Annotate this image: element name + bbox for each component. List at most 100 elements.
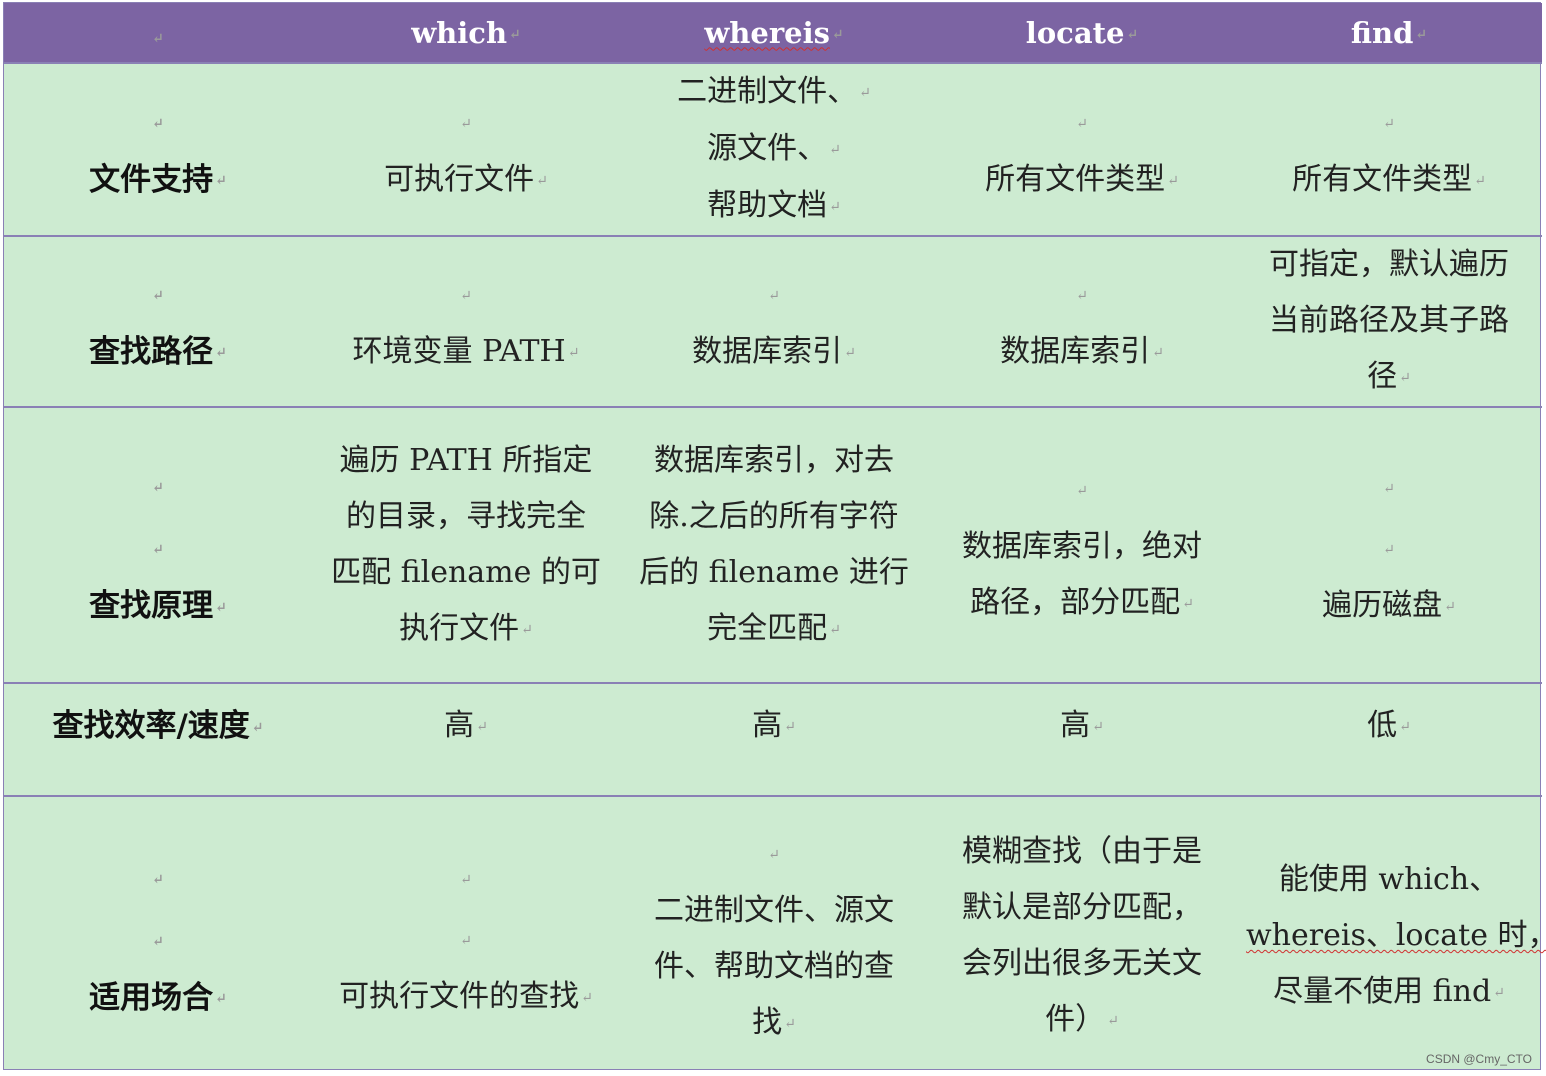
row-label-text: 查找原理 ↵ xyxy=(89,588,227,625)
cell-search-speed-whereis: 高 ↵ xyxy=(620,683,928,796)
row-label-text: 查找路径 ↵ xyxy=(89,333,227,370)
cell-line: ↵ xyxy=(1076,115,1088,132)
cell-line: 高 ↵ xyxy=(752,708,796,743)
cell-search-principle-locate: ↵ 数据库索引，绝对 路径，部分匹配 ↵ xyxy=(928,407,1236,683)
cell-line: 环境变量 PATH ↵ xyxy=(352,333,580,369)
cell-line: 帮助文档 ↵ xyxy=(707,188,841,223)
cell-line: 数据库索引 ↵ xyxy=(1000,333,1164,369)
cell-file-support-which: ↵ 可执行文件 ↵ xyxy=(312,63,620,236)
cell-line: 能使用 which、 xyxy=(1278,862,1500,897)
cell-line: 所有文件类型 ↵ xyxy=(985,161,1179,197)
cell-line: 默认是部分匹配， xyxy=(962,890,1202,925)
cell-line: 可指定，默认遍历 xyxy=(1269,247,1509,282)
cell-line: 当前路径及其子路 xyxy=(1269,303,1509,338)
cell-search-speed-locate: 高 ↵ xyxy=(928,683,1236,796)
header-row: ↵ which ↵ whereis ↵ locate ↵ find ↵ xyxy=(4,3,1542,63)
cell-use-case-which: ↵ ↵ 可执行文件的查找 ↵ xyxy=(312,796,620,1076)
cell-line: ↵ xyxy=(460,287,472,304)
cell-file-support-locate: ↵ 所有文件类型 ↵ xyxy=(928,63,1236,236)
row-label-search-speed: 查找效率/速度 ↵ xyxy=(4,683,312,796)
cell-line: 模糊查找（由于是 xyxy=(962,834,1202,869)
cell-line: 执行文件 ↵ xyxy=(399,610,533,646)
cell-line: 除.之后的所有字符 xyxy=(649,498,899,534)
paragraph-mark: ↵ xyxy=(152,480,164,497)
cell-search-principle-whereis: 数据库索引，对去 除.之后的所有字符 后的 filename 进行 完全匹配 ↵ xyxy=(620,407,928,683)
table: ↵ which ↵ whereis ↵ locate ↵ find ↵ ↵ 文件支持 ↵ ↵ 可… xyxy=(4,3,1546,1076)
cell-file-support-find: ↵ 所有文件类型 ↵ xyxy=(1236,63,1542,236)
cell-line: whereis、locate 时， xyxy=(1246,908,1546,964)
table-row-search-principle: ↵ ↵ 查找原理 ↵ 遍历 PATH 所指定 的目录，寻找完全 匹配 filename 的可… xyxy=(4,407,1542,683)
row-label-text: 查找效率/速度 ↵ xyxy=(52,708,264,744)
cell-search-path-which: ↵ 环境变量 PATH ↵ xyxy=(312,236,620,407)
paragraph-mark: ↵ xyxy=(152,933,164,950)
cell-use-case-find: 能使用 which、 whereis、locate 时， 尽量不使用 find ↵ xyxy=(1236,796,1546,1076)
cell-line: 二进制文件、源文 xyxy=(654,892,894,928)
cell-line: ↵ xyxy=(1383,115,1395,132)
cell-line: ↵ xyxy=(768,846,780,863)
spell-flagged-word: whereis、locate 时， xyxy=(1246,918,1546,953)
cell-search-speed-which: 高 ↵ xyxy=(312,683,620,796)
cell-use-case-whereis: ↵ 二进制文件、源文 件、帮助文档的查找 ↵ xyxy=(620,796,928,1076)
cell-line: 高 ↵ xyxy=(444,708,488,743)
cell-line: 源文件、 ↵ xyxy=(707,131,841,166)
table-row-file-support: ↵ 文件支持 ↵ ↵ 可执行文件 ↵ 二进制文件、 ↵ 源文件、 ↵ 帮助文档 ↵ ↵ 所有文件类型 ↵ ↵ 所… xyxy=(4,63,1542,236)
header-corner: ↵ xyxy=(152,30,164,47)
cell-file-support-whereis: 二进制文件、 ↵ 源文件、 ↵ 帮助文档 ↵ xyxy=(620,63,928,236)
cell-line: 件） ↵ xyxy=(1045,1002,1119,1037)
cell-line: ↵ xyxy=(1383,480,1395,497)
cell-line: ↵ xyxy=(1076,287,1088,304)
cell-line: 可执行文件 ↵ xyxy=(384,161,548,197)
row-label-search-principle: ↵ ↵ 查找原理 ↵ xyxy=(4,407,312,683)
cell-line: ↵ xyxy=(460,115,472,132)
cell-search-speed-find: 低 ↵ xyxy=(1236,683,1542,796)
cell-line: 遍历 PATH 所指定 xyxy=(339,442,593,478)
cell-search-principle-which: 遍历 PATH 所指定 的目录，寻找完全 匹配 filename 的可 执行文件 ↵ xyxy=(312,407,620,683)
cell-line: 数据库索引，对去 xyxy=(654,442,894,478)
cell-line: 的目录，寻找完全 xyxy=(346,498,586,534)
row-label-text: 文件支持 ↵ xyxy=(89,161,227,198)
cell-line: 二进制文件、 ↵ xyxy=(677,74,871,109)
row-label-file-support: ↵ 文件支持 ↵ xyxy=(4,63,312,236)
paragraph-mark: ↵ xyxy=(152,542,164,559)
header-find: find ↵ xyxy=(1350,15,1428,50)
row-label-text: 适用场合 ↵ xyxy=(89,979,227,1016)
cell-line: 所有文件类型 ↵ xyxy=(1292,161,1486,197)
cell-line: ↵ xyxy=(768,287,780,304)
cell-line: 数据库索引 ↵ xyxy=(692,333,856,369)
watermark: CSDN @Cmy_CTO xyxy=(1426,1052,1532,1066)
paragraph-mark: ↵ xyxy=(152,871,164,888)
header-which: which ↵ xyxy=(411,15,521,50)
cell-line: 完全匹配 ↵ xyxy=(707,610,841,646)
row-label-search-path: ↵ 查找路径 ↵ xyxy=(4,236,312,407)
cell-line: 匹配 filename 的可 xyxy=(331,554,601,590)
table-row-search-speed: 查找效率/速度 ↵ 高 ↵ 高 ↵ 高 ↵ 低 ↵ xyxy=(4,683,1542,796)
cell-search-principle-find: ↵ ↵ 遍历磁盘 ↵ xyxy=(1236,407,1542,683)
cell-use-case-locate: 模糊查找（由于是 默认是部分匹配， 会列出很多无关文 件） ↵ xyxy=(928,796,1236,1076)
cell-line: 径 ↵ xyxy=(1367,359,1411,394)
cell-line: 高 ↵ xyxy=(1060,708,1104,743)
paragraph-mark: ↵ xyxy=(152,287,164,304)
cell-line: 尽量不使用 find ↵ xyxy=(1273,974,1505,1009)
cell-line: ↵ xyxy=(1076,483,1088,499)
table-row-search-path: ↵ 查找路径 ↵ ↵ 环境变量 PATH ↵ ↵ 数据库索引 ↵ ↵ 数据库索引 ↵ 可指定，默认遍历当… xyxy=(4,236,1542,407)
cell-line: ↵ xyxy=(460,933,472,949)
cell-line: ↵ xyxy=(1383,541,1395,558)
comparison-table: ↵ which ↵ whereis ↵ locate ↵ find ↵ ↵ 文件支持 ↵ ↵ 可… xyxy=(3,2,1546,1070)
cell-line: 后的 filename 进行 xyxy=(639,554,909,590)
cell-line: 数据库索引，绝对 xyxy=(962,529,1202,564)
cell-line: 遍历磁盘 ↵ xyxy=(1322,587,1456,623)
cell-line: 找 ↵ xyxy=(752,1004,796,1040)
cell-line: 件、帮助文档的查 xyxy=(654,948,894,984)
cell-search-path-locate: ↵ 数据库索引 ↵ xyxy=(928,236,1236,407)
cell-line: 可执行文件的查找 ↵ xyxy=(339,979,593,1014)
row-label-use-case: ↵ ↵ 适用场合 ↵ xyxy=(4,796,312,1076)
cell-line: 低 ↵ xyxy=(1367,708,1411,743)
cell-search-path-find: 可指定，默认遍历 当前路径及其子路径 ↵ xyxy=(1236,236,1542,407)
cell-line: 路径，部分匹配 ↵ xyxy=(970,585,1194,620)
paragraph-mark: ↵ xyxy=(152,115,164,132)
table-row-use-case: ↵ ↵ 适用场合 ↵ ↵ ↵ 可执行文件的查找 ↵ ↵ 二进制文件、源文 件、帮助文档的查找 ↵ 模糊查… xyxy=(4,796,1546,1076)
header-locate: locate ↵ xyxy=(1025,15,1139,50)
cell-line: 会列出很多无关文 xyxy=(962,946,1202,981)
cell-search-path-whereis: ↵ 数据库索引 ↵ xyxy=(620,236,928,407)
cell-line: ↵ xyxy=(460,872,472,888)
